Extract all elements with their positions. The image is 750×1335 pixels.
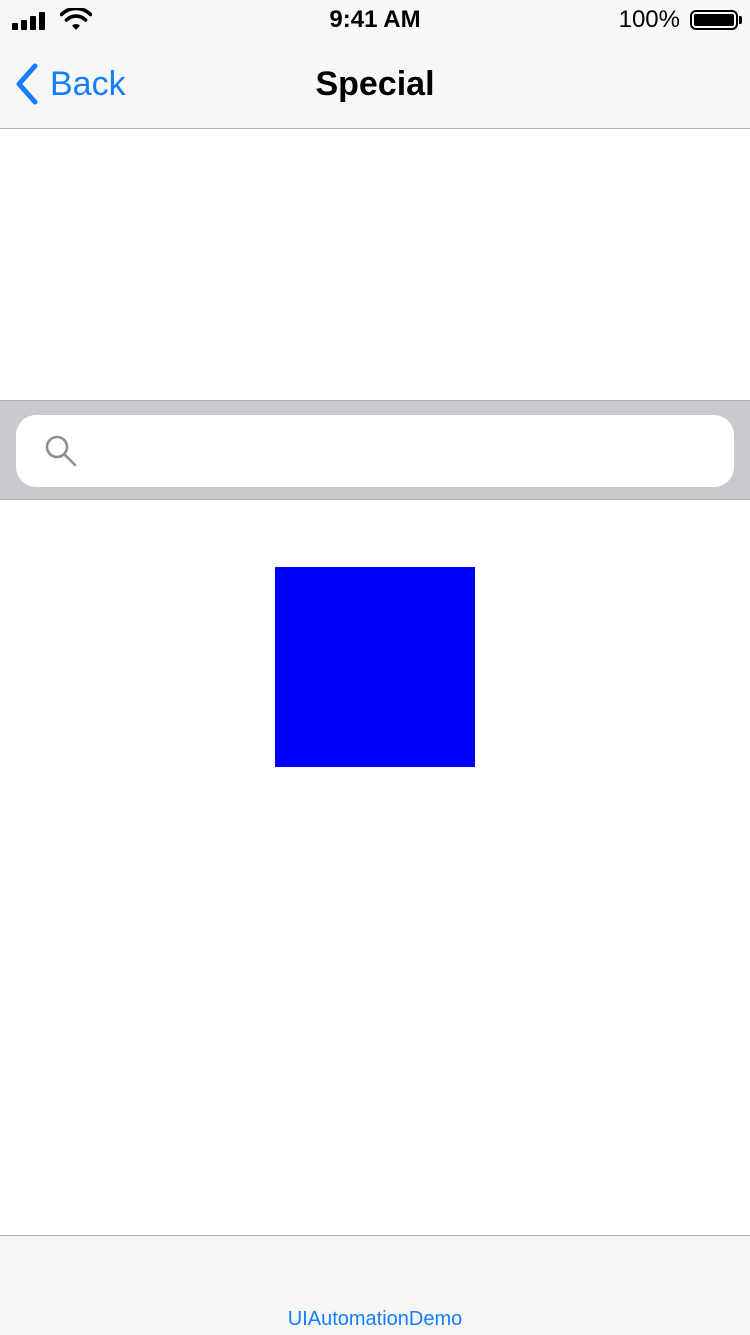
search-bar [0, 400, 750, 500]
battery-percentage: 100% [618, 6, 680, 33]
search-input[interactable] [92, 420, 714, 482]
bottom-toolbar: UIAutomationDemo [0, 1235, 750, 1335]
navigation-bar: Back Special [0, 40, 750, 129]
app-name-label: UIAutomationDemo [287, 1308, 463, 1330]
status-bar: 9:41 AM 100% [0, 0, 750, 40]
battery-full-icon [690, 10, 742, 30]
blue-square-view [275, 567, 475, 767]
back-button[interactable]: Back [14, 40, 126, 128]
search-icon [45, 435, 77, 467]
chevron-left-icon [16, 63, 38, 105]
back-button-label: Back [50, 65, 126, 103]
search-field[interactable] [16, 415, 734, 487]
